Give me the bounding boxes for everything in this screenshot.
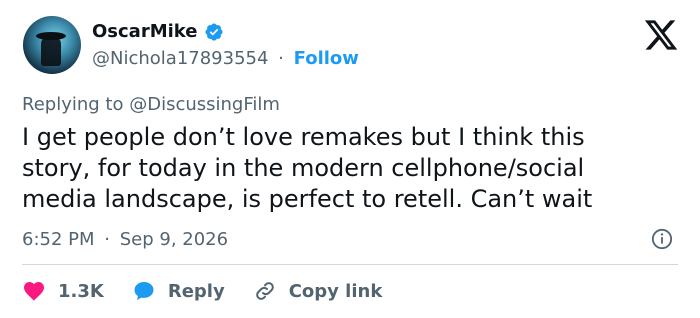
tweet-time: 6:52 PM <box>22 229 95 250</box>
name-row: OscarMike <box>92 20 224 44</box>
replying-mention[interactable]: @DiscussingFilm <box>129 94 280 115</box>
avatar[interactable] <box>23 16 81 74</box>
avatar-figure <box>41 36 61 66</box>
tweet-text: I get people don’t love remakes but I th… <box>22 123 593 213</box>
follow-button[interactable]: Follow <box>294 48 359 69</box>
replying-prefix: Replying to <box>22 94 124 115</box>
handle-separator: · <box>278 48 284 69</box>
info-icon[interactable] <box>651 228 673 250</box>
timestamp-separator: · <box>104 229 110 250</box>
reply-label: Reply <box>167 280 225 302</box>
handle-row: @Nichola17893554 · Follow <box>92 47 359 71</box>
action-bar: 1.3K Reply Copy link <box>22 277 410 305</box>
like-button[interactable]: 1.3K <box>22 279 104 303</box>
tweet-card: OscarMike @Nichola17893554 · Follow Repl… <box>0 0 700 318</box>
reply-bubble-icon <box>134 282 154 300</box>
x-logo-icon[interactable] <box>643 17 679 53</box>
divider <box>22 264 678 265</box>
avatar-hat <box>36 32 66 40</box>
replying-to: Replying to @DiscussingFilm <box>22 93 280 117</box>
link-icon <box>255 282 274 300</box>
verified-badge-icon <box>204 23 223 41</box>
like-count: 1.3K <box>58 280 104 302</box>
reply-button[interactable]: Reply <box>132 279 225 303</box>
tweet-date: Sep 9, 2026 <box>119 229 229 250</box>
heart-icon <box>24 282 44 301</box>
copy-link-label: Copy link <box>288 280 383 302</box>
copy-link-button[interactable]: Copy link <box>253 279 383 303</box>
timestamp[interactable]: 6:52 PM · Sep 9, 2026 <box>22 228 228 252</box>
user-handle[interactable]: @Nichola17893554 <box>92 48 268 69</box>
display-name[interactable]: OscarMike <box>92 20 198 44</box>
